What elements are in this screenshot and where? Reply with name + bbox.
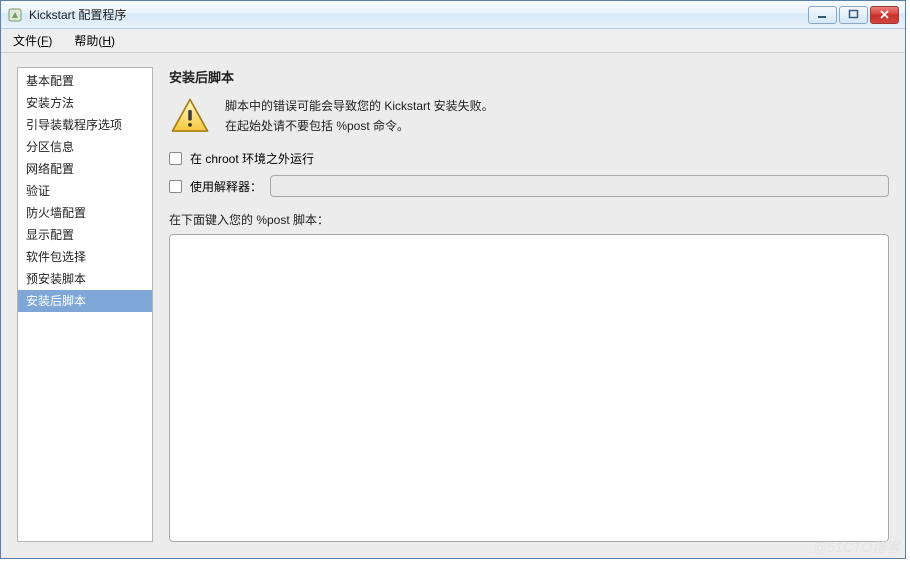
menu-help[interactable]: 帮助(H) — [68, 30, 121, 51]
sidebar-item[interactable]: 预安装脚本 — [18, 268, 152, 290]
chroot-checkbox[interactable] — [169, 152, 182, 165]
sidebar-item[interactable]: 基本配置 — [18, 70, 152, 92]
sidebar: 基本配置安装方法引导装载程序选项分区信息网络配置验证防火墙配置显示配置软件包选择… — [17, 67, 153, 542]
menu-file[interactable]: 文件(F) — [7, 30, 58, 51]
maximize-button[interactable] — [839, 6, 868, 24]
page-title: 安装后脚本 — [169, 67, 889, 86]
interpreter-checkbox[interactable] — [169, 180, 182, 193]
sidebar-item[interactable]: 显示配置 — [18, 224, 152, 246]
minimize-button[interactable] — [808, 6, 837, 24]
warning-line2: 在起始处请不要包括 %post 命令。 — [225, 116, 494, 136]
app-window: Kickstart 配置程序 文件(F) 帮助(H) 基本配置安装方法引导装载程… — [0, 0, 906, 559]
sidebar-item[interactable]: 分区信息 — [18, 136, 152, 158]
warning-line1: 脚本中的错误可能会导致您的 Kickstart 安装失败。 — [225, 96, 494, 116]
warning-row: 脚本中的错误可能会导致您的 Kickstart 安装失败。 在起始处请不要包括 … — [169, 96, 889, 138]
menubar: 文件(F) 帮助(H) — [1, 29, 905, 53]
sidebar-item[interactable]: 引导装载程序选项 — [18, 114, 152, 136]
sidebar-item[interactable]: 验证 — [18, 180, 152, 202]
close-button[interactable] — [870, 6, 899, 24]
interpreter-label: 使用解释器： — [190, 178, 262, 195]
chroot-label: 在 chroot 环境之外运行 — [190, 150, 314, 167]
warning-icon — [169, 96, 211, 138]
sidebar-item[interactable]: 软件包选择 — [18, 246, 152, 268]
client-area: 基本配置安装方法引导装载程序选项分区信息网络配置验证防火墙配置显示配置软件包选择… — [1, 53, 905, 558]
chroot-row: 在 chroot 环境之外运行 — [169, 150, 889, 167]
script-textarea[interactable] — [169, 234, 889, 542]
interpreter-row: 使用解释器： — [169, 175, 889, 197]
titlebar: Kickstart 配置程序 — [1, 1, 905, 29]
app-icon — [7, 7, 23, 23]
interpreter-input[interactable] — [270, 175, 889, 197]
sidebar-item[interactable]: 防火墙配置 — [18, 202, 152, 224]
window-controls — [808, 6, 899, 24]
warning-text: 脚本中的错误可能会导致您的 Kickstart 安装失败。 在起始处请不要包括 … — [225, 96, 494, 136]
window-title: Kickstart 配置程序 — [29, 6, 808, 23]
sidebar-item[interactable]: 安装后脚本 — [18, 290, 152, 312]
main-panel: 安装后脚本 脚本中的错误可能会导致您的 Kickstart 安装失败。 在起始处… — [169, 67, 889, 542]
sidebar-item[interactable]: 网络配置 — [18, 158, 152, 180]
sidebar-item[interactable]: 安装方法 — [18, 92, 152, 114]
script-prompt: 在下面键入您的 %post 脚本： — [169, 211, 889, 228]
